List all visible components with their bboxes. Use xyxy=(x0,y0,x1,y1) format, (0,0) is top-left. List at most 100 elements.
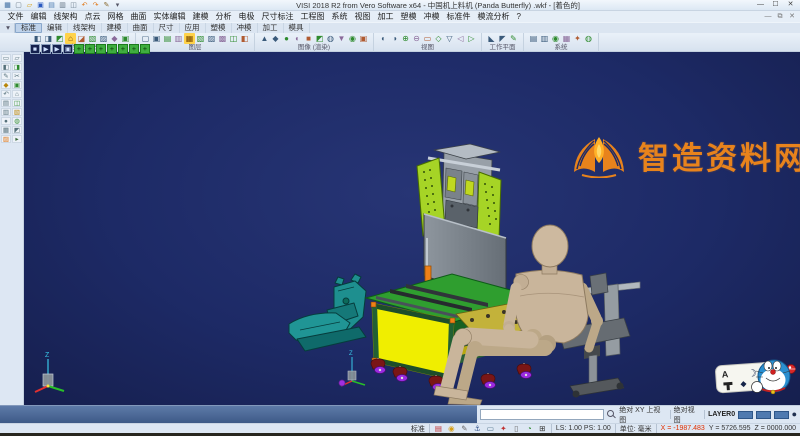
command-input[interactable] xyxy=(480,409,604,420)
workplane-edit-icon[interactable]: ✎ xyxy=(508,33,519,44)
shade-mode-icon[interactable]: ▲ xyxy=(259,33,270,44)
solid-filter-icon[interactable]: ▨ xyxy=(98,33,109,44)
sidebar-undo-icon[interactable]: ↶ xyxy=(1,90,11,98)
tab-machining[interactable]: 加工 xyxy=(258,23,284,33)
attribute-home-icon[interactable]: ⌂ xyxy=(65,33,76,44)
sidebar-select-icon[interactable]: ▭ xyxy=(1,54,11,62)
layer-color-swatch-2[interactable] xyxy=(756,411,771,419)
entity-filter-icon[interactable]: ◪ xyxy=(76,33,87,44)
vp-view-preset-6-icon[interactable]: + xyxy=(129,44,139,54)
pencil-icon[interactable]: ✎ xyxy=(460,424,469,433)
pan-icon[interactable]: ▭ xyxy=(422,33,433,44)
layer-current-icon[interactable]: ▦ xyxy=(184,33,195,44)
minimize-button[interactable]: — xyxy=(753,0,768,10)
save-all-icon[interactable]: ▤ xyxy=(47,1,56,10)
redo-icon[interactable]: ↷ xyxy=(91,1,100,10)
tab-surface[interactable]: 曲面 xyxy=(128,23,154,33)
caster[interactable] xyxy=(393,366,408,382)
tab-edit[interactable]: 编辑 xyxy=(42,23,68,33)
tab-application[interactable]: 应用 xyxy=(180,23,206,33)
menu-wireframe[interactable]: 线架构 xyxy=(50,11,81,22)
caster[interactable] xyxy=(481,373,496,389)
render-settings-icon[interactable]: ▣ xyxy=(358,33,369,44)
element-color-icon[interactable]: ◧ xyxy=(32,33,43,44)
quickaccess-dropdown-icon[interactable]: ▾ xyxy=(113,1,122,10)
zoom-extents-icon[interactable]: ⊖ xyxy=(411,33,422,44)
tab-dimension[interactable]: 尺寸 xyxy=(154,23,180,33)
undo-icon[interactable]: ↶ xyxy=(80,1,89,10)
menu-progress[interactable]: 冲模 xyxy=(420,11,443,22)
reset-filter-icon[interactable]: ▣ xyxy=(120,33,131,44)
sidebar-half-icon[interactable]: ◨ xyxy=(12,63,22,71)
toolbar-dropdown-icon[interactable]: ▾ xyxy=(2,23,15,33)
sidebar-box-icon[interactable]: ▱ xyxy=(12,54,22,62)
menu-standard-parts[interactable]: 标准件 xyxy=(443,11,474,22)
menu-modeling[interactable]: 建模 xyxy=(189,11,212,22)
clock-icon[interactable]: ◔ xyxy=(525,424,534,433)
title-bar[interactable]: ▦ ▢ ▱ ▣ ▤ ▥ ◫ ↶ ↷ ✎ ▾ VISI 2018 R2 from … xyxy=(0,0,800,11)
system-monitor-icon[interactable]: ▥ xyxy=(539,33,550,44)
layer-copy-icon[interactable]: ▨ xyxy=(206,33,217,44)
system-window-icon[interactable]: ▦ xyxy=(561,33,572,44)
layer-manager-icon[interactable]: ▩ xyxy=(217,33,228,44)
menu-solid-edit[interactable]: 实体编辑 xyxy=(150,11,189,22)
maximize-button[interactable]: ☐ xyxy=(768,0,783,10)
sidebar-rows-icon[interactable]: ▥ xyxy=(1,108,11,116)
new-file-icon[interactable]: ▢ xyxy=(14,1,23,10)
menu-drawing[interactable]: 工程图 xyxy=(297,11,328,22)
layer-color-swatch-1[interactable] xyxy=(738,411,753,419)
vp-frame-icon[interactable]: ▣ xyxy=(63,44,73,54)
tree-icon[interactable]: ✦ xyxy=(499,424,508,433)
sidebar-grid-icon[interactable]: ▦ xyxy=(1,126,11,134)
caster[interactable] xyxy=(517,363,532,379)
tab-tooling[interactable]: 模具 xyxy=(284,23,310,33)
menu-analysis[interactable]: 分析 xyxy=(212,11,235,22)
layer-new-icon[interactable]: ▢ xyxy=(140,33,151,44)
vp-view-preset-7-icon[interactable]: + xyxy=(140,44,150,54)
child-restore-button[interactable]: ⧉ xyxy=(774,11,786,22)
zoom-window-icon[interactable]: ⊕ xyxy=(400,33,411,44)
sidebar-mask-icon[interactable]: ◧ xyxy=(1,63,11,71)
menu-pointcloud[interactable]: 点云 xyxy=(81,11,104,22)
transparency-icon[interactable]: ◩ xyxy=(314,33,325,44)
workplane-select-icon[interactable]: ◣ xyxy=(486,33,497,44)
view-absolute-label[interactable]: 绝对 XY 上视图 xyxy=(619,405,666,425)
zoom-out-icon[interactable]: ◑ xyxy=(389,33,400,44)
sidebar-circle-icon[interactable]: ◍ xyxy=(12,117,22,125)
workplane-align-icon[interactable]: ◤ xyxy=(497,33,508,44)
menu-file[interactable]: 文件 xyxy=(4,11,27,22)
vp-view-preset-3-icon[interactable]: + xyxy=(96,44,106,54)
view-left-icon[interactable]: ◁ xyxy=(455,33,466,44)
menu-dimension[interactable]: 尺寸标注 xyxy=(258,11,297,22)
sidebar-copy-icon[interactable]: ◫ xyxy=(12,99,22,107)
child-close-button[interactable]: ✕ xyxy=(786,11,798,22)
sidebar-square-icon[interactable]: ▣ xyxy=(12,81,22,89)
system-palette-icon[interactable]: ▤ xyxy=(528,33,539,44)
close-button[interactable]: ✕ xyxy=(783,0,798,10)
sidebar-dot-icon[interactable]: ● xyxy=(1,117,11,125)
layer-color-swatch-3[interactable] xyxy=(774,411,789,419)
tab-progress[interactable]: 冲模 xyxy=(232,23,258,33)
grid-snap-icon[interactable]: ⊞ xyxy=(538,424,547,433)
menu-view[interactable]: 视图 xyxy=(351,11,374,22)
view-relative-label[interactable]: 绝对视图 xyxy=(674,405,702,425)
view-right-icon[interactable]: ▷ xyxy=(466,33,477,44)
menu-edit[interactable]: 编辑 xyxy=(27,11,50,22)
vp-stop-icon[interactable]: ■ xyxy=(30,44,40,54)
layer-off-icon[interactable]: ▤ xyxy=(162,33,173,44)
save-icon[interactable]: ▣ xyxy=(36,1,45,10)
menu-electrode[interactable]: 电极 xyxy=(235,11,258,22)
layer-select-icon[interactable]: ◩ xyxy=(54,33,65,44)
tab-mould[interactable]: 塑模 xyxy=(206,23,232,33)
dynamic-render-icon[interactable]: ● xyxy=(281,33,292,44)
menu-mesh[interactable]: 网格 xyxy=(104,11,127,22)
layer-freeze-icon[interactable]: ▥ xyxy=(173,33,184,44)
sidebar-play-icon[interactable]: ▸ xyxy=(12,135,22,143)
copy-icon[interactable]: ◫ xyxy=(69,1,78,10)
sidebar-list-icon[interactable]: ▤ xyxy=(1,99,11,107)
layer-isolate-icon[interactable]: ◫ xyxy=(228,33,239,44)
anchor-icon[interactable]: ⚓ xyxy=(473,424,482,433)
fill-bucket-icon[interactable]: ◉ xyxy=(447,424,456,433)
material-icon[interactable]: ◍ xyxy=(325,33,336,44)
line-type-icon[interactable]: ◨ xyxy=(43,33,54,44)
